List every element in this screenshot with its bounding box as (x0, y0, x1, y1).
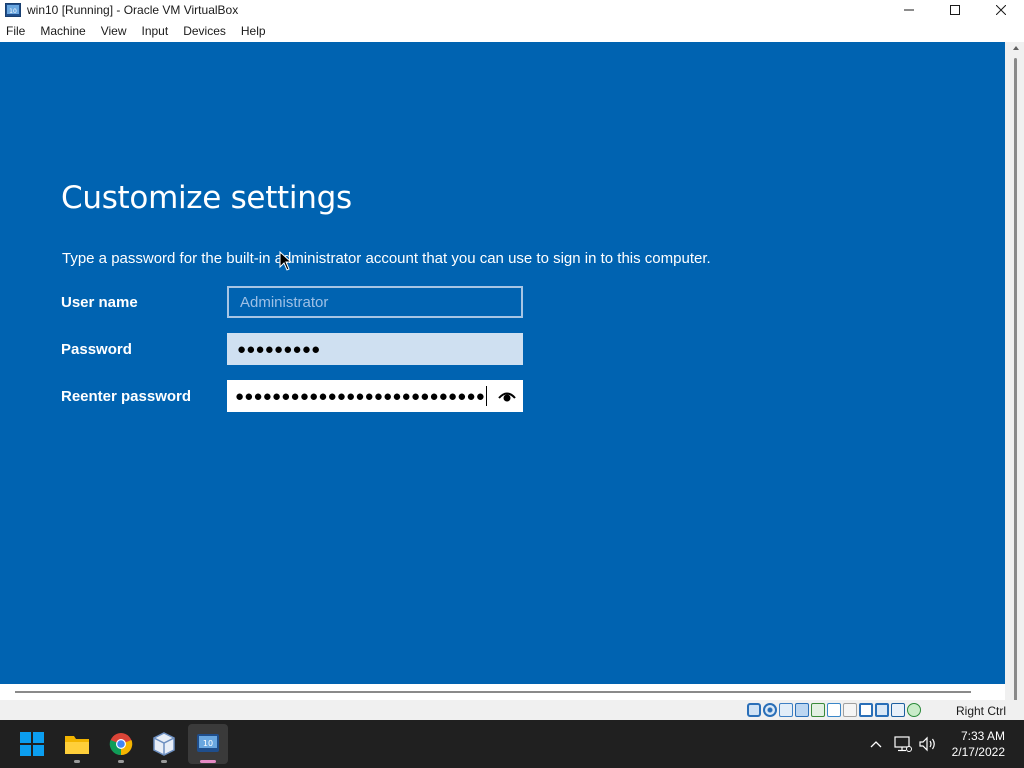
password-field[interactable]: ●●●●●●●●● (227, 333, 523, 365)
instruction-text: Type a password for the built-in adminis… (62, 250, 711, 267)
start-button[interactable] (12, 724, 52, 764)
running-indicator (161, 760, 167, 763)
reenter-password-input[interactable]: ●●●●●●●●●●●●●●●●●●●●●●●●●●● (235, 388, 485, 405)
mouse-integration-icon[interactable] (891, 703, 905, 717)
network-tray-button[interactable] (892, 720, 914, 768)
reenter-password-label: Reenter password (61, 388, 192, 405)
menu-bar: File Machine View Input Devices Help (0, 20, 1024, 42)
start-icon (20, 732, 44, 756)
menu-file[interactable]: File (0, 20, 33, 42)
running-indicator (74, 760, 80, 763)
taskbar-chrome[interactable] (101, 724, 141, 764)
taskbar-virtualbox[interactable] (144, 724, 184, 764)
volume-tray-button[interactable] (917, 720, 939, 768)
active-indicator (200, 760, 216, 763)
hard-disk-icon[interactable] (747, 703, 761, 717)
display-icon[interactable] (843, 703, 857, 717)
virtualbox-app-icon: 10 (5, 3, 21, 17)
maximize-icon (950, 5, 960, 15)
running-indicator (118, 760, 124, 763)
usb-icon[interactable] (811, 703, 825, 717)
username-input[interactable] (238, 292, 521, 312)
chevron-up-icon (870, 741, 882, 748)
username-label: User name (61, 294, 138, 311)
scroll-up-arrow-icon[interactable] (1013, 46, 1019, 50)
virtualbox-vm-icon: 10 (197, 734, 219, 752)
menu-view[interactable]: View (94, 20, 135, 42)
minimize-button[interactable] (886, 0, 932, 20)
username-field[interactable] (227, 286, 523, 318)
menu-machine[interactable]: Machine (33, 20, 93, 42)
vm-status-bar: Right Ctrl (0, 700, 1024, 720)
chrome-icon (109, 733, 133, 756)
window-title: win10 [Running] - Oracle VM VirtualBox (27, 3, 239, 17)
clock-time: 7:33 AM (960, 729, 1005, 743)
window-titlebar[interactable]: 10 win10 [Running] - Oracle VM VirtualBo… (0, 0, 1024, 20)
menu-help[interactable]: Help (234, 20, 274, 42)
svg-text:10: 10 (203, 739, 213, 748)
virtualization-icon[interactable] (875, 703, 889, 717)
mouse-pointer-icon (279, 251, 293, 271)
reveal-password-icon[interactable] (498, 388, 516, 404)
speaker-icon (919, 736, 935, 752)
taskbar-virtualbox-vm[interactable]: 10 (188, 724, 228, 764)
taskbar-clock[interactable]: 7:33 AM 2/17/2022 (952, 728, 1005, 760)
horizontal-scrollbar[interactable] (0, 684, 1005, 700)
close-icon (996, 5, 1006, 15)
virtualbox-icon (153, 732, 175, 756)
password-label: Password (61, 341, 132, 358)
taskbar: 10 7:33 AM 2/17/2022 (0, 720, 1024, 768)
maximize-button[interactable] (932, 0, 978, 20)
page-title: Customize settings (61, 180, 352, 216)
network-monitor-icon (894, 736, 912, 752)
horizontal-scrollbar-thumb[interactable] (15, 691, 971, 693)
shared-folder-icon[interactable] (827, 703, 841, 717)
text-caret (486, 386, 488, 406)
show-hidden-icons-button[interactable] (865, 720, 887, 768)
menu-devices[interactable]: Devices (176, 20, 234, 42)
menu-input[interactable]: Input (135, 20, 177, 42)
network-icon[interactable] (795, 703, 809, 717)
reenter-password-field[interactable]: ●●●●●●●●●●●●●●●●●●●●●●●●●●● (227, 380, 523, 412)
host-key-arrow-icon[interactable] (907, 703, 921, 717)
minimize-icon (904, 9, 914, 11)
vertical-scrollbar-thumb[interactable] (1014, 58, 1017, 718)
host-key-label: Right Ctrl (956, 704, 1007, 718)
close-button[interactable] (978, 0, 1024, 20)
video-capture-icon[interactable] (859, 703, 873, 717)
clock-date: 2/17/2022 (951, 745, 1005, 759)
audio-icon[interactable] (779, 703, 793, 717)
file-explorer-icon (65, 736, 89, 754)
password-input[interactable]: ●●●●●●●●● (237, 341, 320, 358)
svg-text:10: 10 (9, 8, 17, 15)
optical-disk-icon[interactable] (763, 703, 777, 717)
taskbar-file-explorer[interactable] (57, 724, 97, 764)
